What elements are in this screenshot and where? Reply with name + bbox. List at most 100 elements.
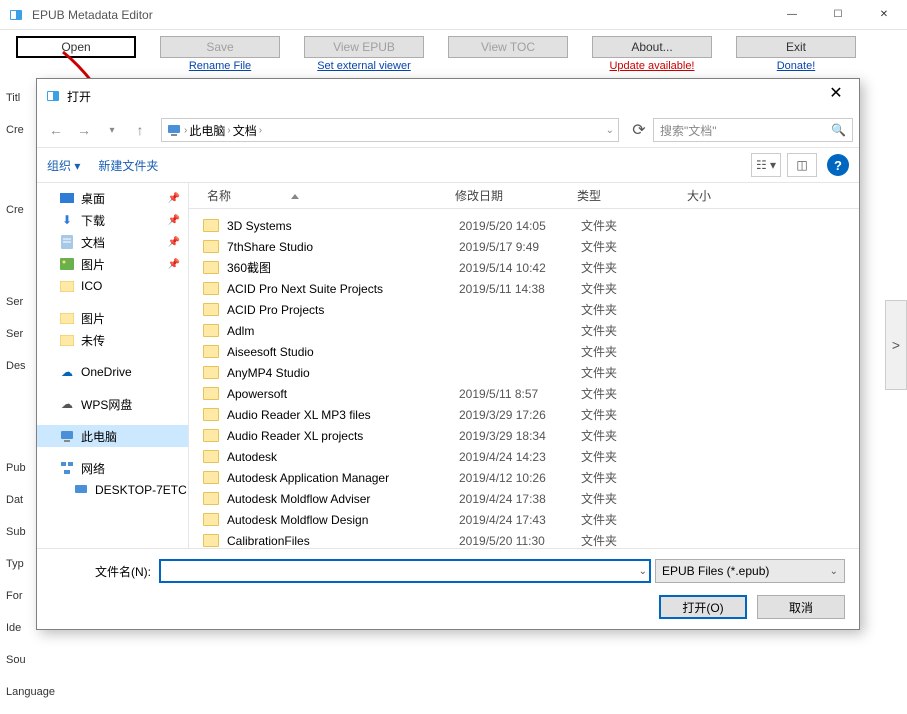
folder-icon xyxy=(203,471,219,484)
close-button[interactable]: ✕ xyxy=(861,0,907,30)
search-icon: 🔍 xyxy=(831,123,846,137)
chevron-down-icon: ⌄ xyxy=(830,566,838,577)
folder-icon xyxy=(203,345,219,358)
open-dialog: 打开 ✕ ← → ▾ ↑ › 此电脑 › 文档 › ⌄ ⟳ 搜索"文档" 🔍 组… xyxy=(36,78,860,630)
organize-button[interactable]: 组织 ▾ xyxy=(47,157,80,174)
pin-icon: 📌 xyxy=(168,193,180,204)
view-epub-button[interactable]: View EPUB xyxy=(304,36,424,58)
file-row[interactable]: Audio Reader XL MP3 files2019/3/29 17:26… xyxy=(189,404,859,425)
folder-icon xyxy=(203,387,219,400)
tree-wps[interactable]: ☁WPS网盘 xyxy=(37,393,188,415)
tree-onedrive[interactable]: ☁OneDrive xyxy=(37,361,188,383)
file-row[interactable]: 7thShare Studio2019/5/17 9:49文件夹 xyxy=(189,236,859,257)
col-name[interactable]: 名称 xyxy=(203,187,451,204)
file-row[interactable]: CalibrationFiles2019/5/20 11:30文件夹 xyxy=(189,530,859,548)
nav-back-button[interactable]: ← xyxy=(43,117,69,143)
filename-label: 文件名(N): xyxy=(51,563,151,580)
folder-icon xyxy=(203,492,219,505)
help-button[interactable]: ? xyxy=(827,154,849,176)
file-row[interactable]: Apowersoft2019/5/11 8:57文件夹 xyxy=(189,383,859,404)
pc-icon xyxy=(166,122,182,138)
file-row[interactable]: 360截图2019/5/14 10:42文件夹 xyxy=(189,257,859,278)
folder-icon xyxy=(203,429,219,442)
file-row[interactable]: Audio Reader XL projects2019/3/29 18:34文… xyxy=(189,425,859,446)
tree-pictures[interactable]: 图片📌 xyxy=(37,253,188,275)
donate-link[interactable]: Donate! xyxy=(736,60,856,72)
dialog-open-button[interactable]: 打开(O) xyxy=(659,595,747,619)
nav-recent-button[interactable]: ▾ xyxy=(99,117,125,143)
col-size[interactable]: 大小 xyxy=(683,187,743,204)
search-input[interactable]: 搜索"文档" 🔍 xyxy=(653,118,853,142)
open-button[interactable]: Open xyxy=(16,36,136,58)
file-row[interactable]: Adlm文件夹 xyxy=(189,320,859,341)
tree-pictures2[interactable]: 图片 xyxy=(37,307,188,329)
app-icon xyxy=(8,7,24,23)
new-folder-button[interactable]: 新建文件夹 xyxy=(98,157,158,174)
breadcrumb[interactable]: › 此电脑 › 文档 › ⌄ xyxy=(161,118,619,142)
filename-dropdown[interactable]: ⌄ xyxy=(639,566,647,577)
folder-icon xyxy=(203,450,219,463)
tree-desktop[interactable]: 桌面📌 xyxy=(37,187,188,209)
folder-icon xyxy=(203,408,219,421)
filetype-select[interactable]: EPUB Files (*.epub)⌄ xyxy=(655,559,845,583)
file-row[interactable]: Autodesk Moldflow Adviser2019/4/24 17:38… xyxy=(189,488,859,509)
file-row[interactable]: Autodesk Application Manager2019/4/12 10… xyxy=(189,467,859,488)
preview-pane-button[interactable]: ◫ xyxy=(787,153,817,177)
titlebar: EPUB Metadata Editor — ☐ ✕ xyxy=(0,0,907,30)
dialog-cancel-button[interactable]: 取消 xyxy=(757,595,845,619)
file-row[interactable]: 3D Systems2019/5/20 14:05文件夹 xyxy=(189,215,859,236)
col-type[interactable]: 类型 xyxy=(573,187,683,204)
folder-icon xyxy=(203,534,219,547)
nav-up-button[interactable]: ↑ xyxy=(127,117,153,143)
folder-icon xyxy=(203,282,219,295)
refresh-button[interactable]: ⟳ xyxy=(627,120,651,140)
folder-icon xyxy=(203,324,219,337)
view-toc-button[interactable]: View TOC xyxy=(448,36,568,58)
col-date[interactable]: 修改日期 xyxy=(451,187,573,204)
tree-ico[interactable]: ICO xyxy=(37,275,188,297)
tree-network[interactable]: 网络 xyxy=(37,457,188,479)
dialog-icon xyxy=(45,88,61,104)
file-row[interactable]: Autodesk2019/4/24 14:23文件夹 xyxy=(189,446,859,467)
about-button[interactable]: About... xyxy=(592,36,712,58)
nav-forward-button[interactable]: → xyxy=(71,117,97,143)
set-viewer-link[interactable]: Set external viewer xyxy=(304,60,424,72)
file-row[interactable]: ACID Pro Projects文件夹 xyxy=(189,299,859,320)
update-link[interactable]: Update available! xyxy=(592,60,712,72)
dialog-close-button[interactable]: ✕ xyxy=(821,81,851,111)
dialog-titlebar: 打开 ✕ xyxy=(37,79,859,113)
folder-icon xyxy=(203,513,219,526)
folder-icon xyxy=(203,366,219,379)
dialog-bottom: 文件名(N): ⌄ EPUB Files (*.epub)⌄ 打开(O) 取消 xyxy=(37,548,859,629)
rename-link[interactable]: Rename File xyxy=(160,60,280,72)
tree-downloads[interactable]: ⬇下载📌 xyxy=(37,209,188,231)
folder-icon xyxy=(203,240,219,253)
file-row[interactable]: Autodesk Moldflow Design2019/4/24 17:43文… xyxy=(189,509,859,530)
folder-icon xyxy=(203,219,219,232)
view-mode-button[interactable]: ☷ ▾ xyxy=(751,153,781,177)
filename-input[interactable] xyxy=(159,559,651,583)
app-title: EPUB Metadata Editor xyxy=(32,8,769,22)
save-button[interactable]: Save xyxy=(160,36,280,58)
sort-asc-icon xyxy=(291,194,299,199)
breadcrumb-dropdown[interactable]: ⌄ xyxy=(606,125,614,136)
exit-button[interactable]: Exit xyxy=(736,36,856,58)
folder-icon xyxy=(203,303,219,316)
tree-unsent[interactable]: 未传 xyxy=(37,329,188,351)
column-headers: 名称 修改日期 类型 大小 xyxy=(189,183,859,209)
file-row[interactable]: AnyMP4 Studio文件夹 xyxy=(189,362,859,383)
folder-icon xyxy=(203,261,219,274)
tree-desktop-pc[interactable]: DESKTOP-7ETC xyxy=(37,479,188,501)
navbar: ← → ▾ ↑ › 此电脑 › 文档 › ⌄ ⟳ 搜索"文档" 🔍 xyxy=(37,113,859,147)
minimize-button[interactable]: — xyxy=(769,0,815,30)
file-row[interactable]: ACID Pro Next Suite Projects2019/5/11 14… xyxy=(189,278,859,299)
nav-tree: 桌面📌 ⬇下载📌 文档📌 图片📌 ICO 图片 未传 ☁OneDrive ☁WP… xyxy=(37,183,189,548)
maximize-button[interactable]: ☐ xyxy=(815,0,861,30)
file-row[interactable]: Aiseesoft Studio文件夹 xyxy=(189,341,859,362)
right-scroll-button[interactable]: > xyxy=(885,300,907,390)
toolbar: Open Save View EPUB View TOC About... Ex… xyxy=(0,30,907,72)
dialog-title: 打开 xyxy=(67,88,821,105)
tree-documents[interactable]: 文档📌 xyxy=(37,231,188,253)
command-bar: 组织 ▾ 新建文件夹 ☷ ▾ ◫ ? xyxy=(37,147,859,183)
tree-this-pc[interactable]: 此电脑 xyxy=(37,425,188,447)
